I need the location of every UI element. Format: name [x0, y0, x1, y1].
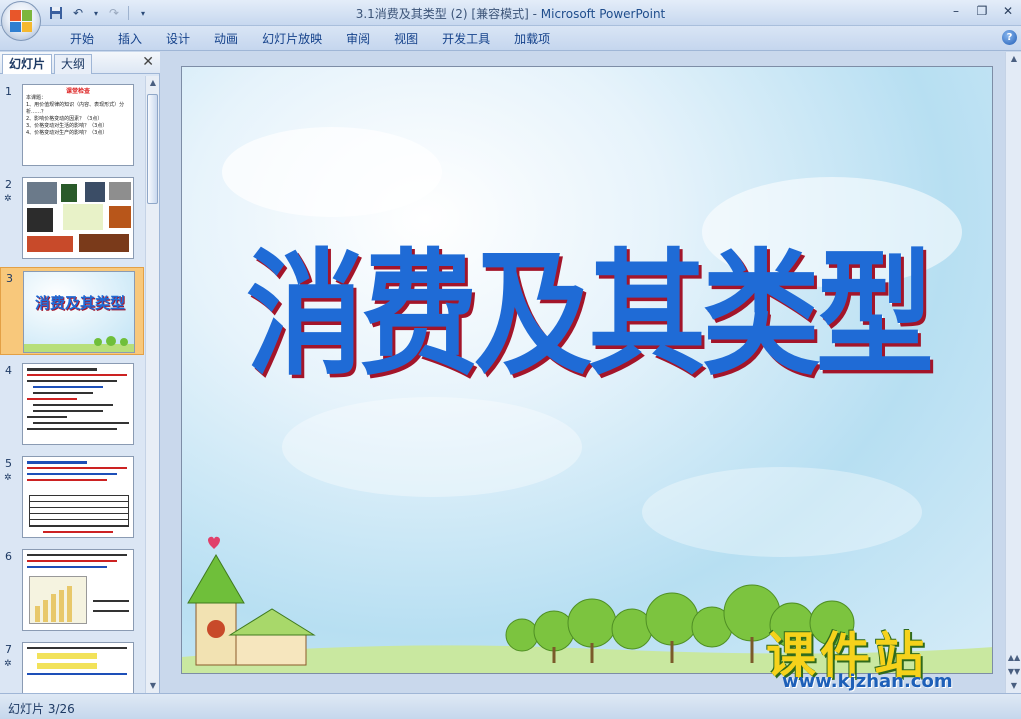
panel-close-icon[interactable]: ✕ [142, 54, 154, 70]
scroll-down-icon[interactable]: ▼ [1007, 679, 1021, 693]
app-name: Microsoft PowerPoint [540, 7, 666, 21]
thumb-image [22, 363, 134, 445]
thumbnail-scrollbar[interactable]: ▲ ▼ [145, 76, 159, 693]
thumb-image: 消费及其类型 [23, 271, 135, 353]
next-slide-icon[interactable]: ▼▼ [1007, 665, 1021, 679]
thumbnail-list: 1 课堂检查 本课题： 1、用价值规律的知识（内容、表现形式）分析……？ 2、影… [0, 76, 144, 693]
thumb-line: 本课题： [26, 95, 47, 101]
tab-home[interactable]: 开始 [58, 30, 106, 48]
thumb-line: 2、影响价格变动的因素？（3点） [26, 116, 103, 122]
slide-thumbnail-7[interactable]: 7 ✲ [0, 639, 144, 693]
tab-animations[interactable]: 动画 [202, 30, 250, 48]
ribbon-tabs: 开始 插入 设计 动画 幻灯片放映 审阅 视图 开发工具 加载项 [58, 30, 562, 48]
slide-thumbnail-1[interactable]: 1 课堂检查 本课题： 1、用价值规律的知识（内容、表现形式）分析……？ 2、影… [0, 81, 144, 169]
thumb-number: 3 [6, 272, 13, 285]
slide-counter: 幻灯片 3/26 [8, 702, 75, 716]
tab-view[interactable]: 视图 [382, 30, 430, 48]
slides-panel: 幻灯片 大纲 ✕ 1 课堂检查 本课题： 1、用价值规律的知识（内容、表现形式）… [0, 52, 160, 693]
thumb-line: 1、用价值规律的知识（内容、表现形式）分析……？ [26, 102, 125, 115]
thumb-number: 6 [5, 550, 12, 563]
tab-addins[interactable]: 加载项 [502, 30, 562, 48]
thumb-number: 1 [5, 85, 12, 98]
close-icon[interactable]: ✕ [999, 2, 1017, 20]
slide-thumbnail-3[interactable]: 3 消费及其类型 [0, 267, 144, 355]
restore-icon[interactable]: ❐ [973, 2, 991, 20]
animation-star-icon: ✲ [4, 473, 12, 483]
status-bar: 幻灯片 3/26 [0, 693, 1021, 719]
tab-developer[interactable]: 开发工具 [430, 30, 502, 48]
tab-design[interactable]: 设计 [154, 30, 202, 48]
thumb-number: 7 [5, 643, 12, 656]
previous-slide-icon[interactable]: ▲▲ [1007, 651, 1021, 665]
animation-star-icon: ✲ [4, 194, 12, 204]
scroll-down-icon[interactable]: ▼ [146, 679, 160, 693]
tab-slideshow[interactable]: 幻灯片放映 [250, 30, 334, 48]
tab-slides[interactable]: 幻灯片 [2, 54, 53, 74]
thumb-number: 4 [5, 364, 12, 377]
watermark: 课件站 www.kjzhan.com [766, 616, 1006, 696]
thumb-heading: 课堂检查 [65, 88, 90, 95]
animation-star-icon: ✲ [4, 659, 12, 669]
tab-insert[interactable]: 插入 [106, 30, 154, 48]
watermark-url: www.kjzhan.com [782, 671, 953, 692]
panel-tabs: 幻灯片 大纲 ✕ [0, 52, 160, 74]
scrollbar-thumb[interactable] [147, 94, 158, 204]
scroll-up-icon[interactable]: ▲ [146, 76, 160, 90]
thumb-image [22, 549, 134, 631]
thumb-title: 消费及其类型 [34, 294, 125, 312]
thumb-image [22, 456, 134, 538]
window-controls: – ❐ ✕ [947, 2, 1017, 20]
slide-editor: 消费及其类型 ▲ ▲▲ ▼▼ ▼ [161, 52, 1021, 693]
slide-thumbnail-6[interactable]: 6 [0, 546, 144, 634]
thumb-image: 课堂检查 本课题： 1、用价值规律的知识（内容、表现形式）分析……？ 2、影响价… [22, 84, 134, 166]
office-logo-icon [10, 10, 32, 32]
tab-review[interactable]: 审阅 [334, 30, 382, 48]
slide-canvas[interactable]: 消费及其类型 [181, 66, 993, 674]
thumb-number: 2 [5, 178, 12, 191]
scroll-up-icon[interactable]: ▲ [1007, 52, 1021, 66]
ribbon-tab-bar: 开始 插入 设计 动画 幻灯片放映 审阅 视图 开发工具 加载项 ? [0, 26, 1021, 51]
title-bar: ↶ ▾ ↷ ▾ 3.1消费及其类型 (2) [兼容模式] - Microsoft… [0, 0, 1021, 26]
slide-scrollbar[interactable]: ▲ ▲▲ ▼▼ ▼ [1005, 52, 1021, 693]
cloud-decoration [282, 397, 582, 497]
help-icon[interactable]: ? [1002, 30, 1017, 45]
thumb-image [22, 177, 134, 259]
office-button[interactable] [1, 1, 41, 41]
thumb-image [22, 642, 134, 693]
tab-outline[interactable]: 大纲 [54, 54, 93, 74]
slide-title[interactable]: 消费及其类型 [182, 204, 992, 401]
slide-thumbnail-5[interactable]: 5 ✲ [0, 453, 144, 541]
document-title: 3.1消费及其类型 (2) [兼容模式] [355, 7, 529, 21]
window-title: 3.1消费及其类型 (2) [兼容模式] - Microsoft PowerPo… [0, 5, 1021, 22]
slide-thumbnail-2[interactable]: 2 ✲ [0, 174, 144, 262]
title-separator: - [528, 7, 541, 21]
thumb-number: 5 [5, 457, 12, 470]
minimize-icon[interactable]: – [947, 2, 965, 20]
thumb-line: 4、价格变动对生产的影响？（3点） [26, 130, 108, 136]
thumb-line: 3、价格变动对生活的影响？（3点） [26, 123, 108, 129]
slide-thumbnail-4[interactable]: 4 [0, 360, 144, 448]
